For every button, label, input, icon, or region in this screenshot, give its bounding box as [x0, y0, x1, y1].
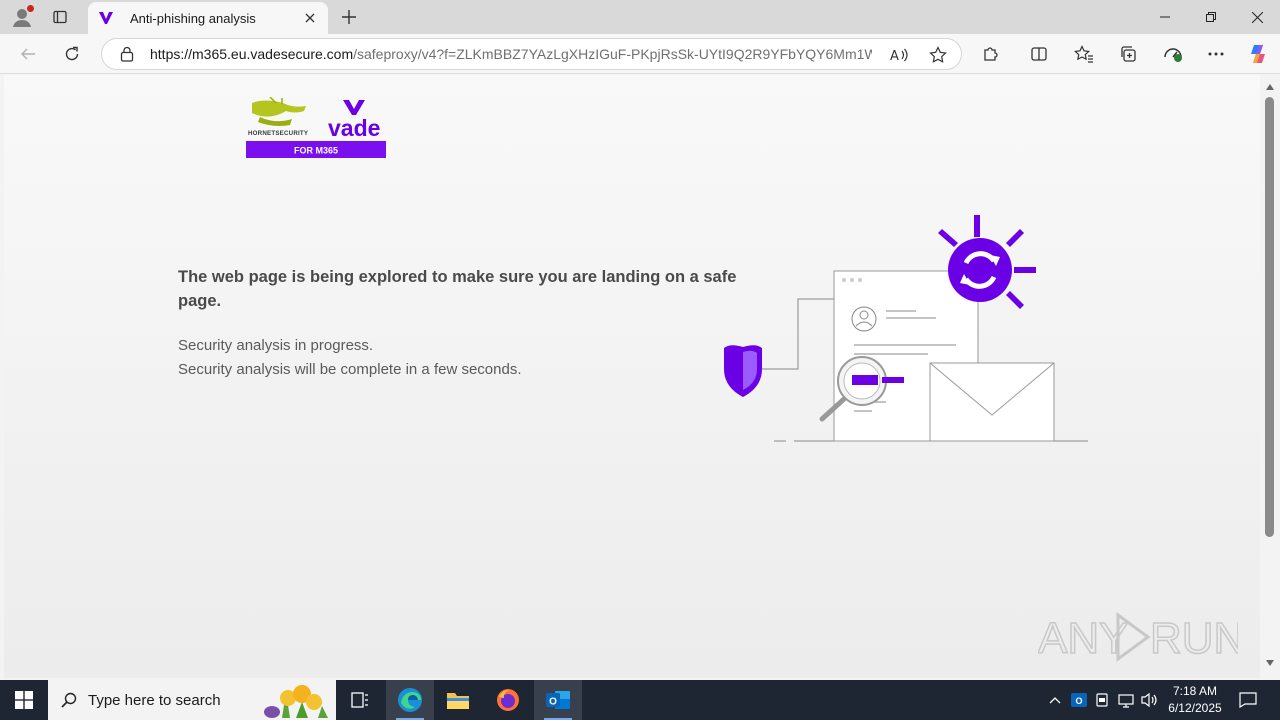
taskbar-search[interactable]: Type here to search — [48, 680, 336, 720]
url-text[interactable]: https://m365.eu.vadesecure.com/safeproxy… — [150, 46, 872, 62]
tab-actions-icon[interactable] — [46, 6, 74, 28]
split-screen-icon[interactable] — [1025, 40, 1053, 68]
vade-hornetsecurity-logo: HORNETSECURITY vade FOR M365 — [246, 97, 386, 158]
vade-favicon — [98, 10, 114, 26]
url-host: https://m365.eu.vadesecure.com — [150, 46, 354, 62]
profile-icon[interactable] — [10, 5, 34, 29]
edge-icon[interactable] — [386, 680, 434, 720]
notification-icon[interactable] — [1236, 680, 1260, 720]
copilot-icon[interactable] — [1244, 40, 1272, 68]
scroll-thumb[interactable] — [1265, 97, 1274, 537]
plus-icon[interactable] — [338, 6, 360, 28]
favorites-icon[interactable] — [1070, 40, 1098, 68]
status-line-1: Security analysis in progress. — [178, 337, 374, 354]
minimize-icon[interactable] — [1142, 0, 1188, 34]
chevron-up-icon[interactable] — [1046, 691, 1064, 709]
scroll-down-icon[interactable] — [1264, 657, 1276, 669]
read-aloud-icon[interactable]: A — [886, 42, 912, 68]
page-heading: The web page is being explored to make s… — [178, 268, 737, 310]
volume-icon[interactable] — [1141, 691, 1159, 709]
search-icon — [60, 691, 78, 709]
page-scrollbar[interactable] — [1260, 75, 1280, 678]
search-highlight-image — [264, 685, 328, 718]
performance-icon[interactable] — [1159, 40, 1187, 68]
hornetsecurity-text: HORNETSECURITY — [248, 130, 309, 137]
anyrun-watermark: ANY RUN — [1038, 612, 1238, 664]
outlook-icon[interactable]: O — [534, 680, 582, 720]
back-icon[interactable] — [14, 40, 42, 68]
vade-text: vade — [328, 115, 380, 141]
search-placeholder: Type here to search — [88, 691, 221, 709]
clock-date: 6/12/2025 — [1168, 701, 1222, 715]
for-m365-text: FOR M365 — [294, 146, 338, 156]
more-icon[interactable] — [1202, 40, 1230, 68]
browser-tab[interactable]: Anti-phishing analysis — [88, 2, 328, 34]
restore-icon[interactable] — [1188, 0, 1234, 34]
svg-text:RUN: RUN — [1150, 614, 1238, 663]
watermark-text: ANY — [1038, 614, 1128, 663]
svg-text:O: O — [1075, 696, 1082, 706]
windows-logo-icon[interactable] — [0, 680, 48, 720]
envelope-icon — [929, 362, 1055, 442]
lock-icon[interactable] — [118, 46, 136, 62]
refresh-icon[interactable] — [58, 40, 86, 68]
firefox-icon[interactable] — [484, 680, 532, 720]
outlook-tray-icon[interactable]: O — [1070, 691, 1088, 709]
task-view-icon[interactable] — [336, 680, 384, 720]
taskbar-clock[interactable]: 7:18 AM 6/12/2025 — [1164, 683, 1226, 717]
windows-taskbar: Type here to search O O 7:18 AM 6/12/202… — [0, 680, 1280, 720]
url-path: /safeproxy/v4?f=ZLKmBBZ7YAzLgXHzIGuF-PKp… — [353, 46, 872, 62]
svg-text:O: O — [549, 697, 557, 708]
browser-toolbar: https://m365.eu.vadesecure.com/safeproxy… — [0, 34, 1280, 74]
favorite-star-icon[interactable] — [925, 42, 951, 68]
status-line-2: Security analysis will be complete in a … — [178, 361, 522, 378]
close-icon[interactable] — [300, 8, 320, 28]
collections-icon[interactable] — [1114, 40, 1142, 68]
address-bar[interactable]: https://m365.eu.vadesecure.com/safeproxy… — [101, 38, 962, 70]
security-scan-illustration — [724, 215, 1088, 442]
extensions-icon[interactable] — [977, 40, 1005, 68]
tab-title: Anti-phishing analysis — [130, 10, 256, 26]
window-close-icon[interactable] — [1234, 0, 1280, 34]
svg-text:A: A — [890, 49, 899, 63]
page-content: HORNETSECURITY vade FOR M365 The web pag… — [4, 75, 1260, 678]
meet-now-icon[interactable] — [1094, 691, 1112, 709]
scroll-up-icon[interactable] — [1264, 81, 1276, 93]
clock-time: 7:18 AM — [1172, 684, 1218, 698]
shield-icon — [724, 345, 762, 397]
file-explorer-icon[interactable] — [434, 680, 482, 720]
network-icon[interactable] — [1117, 691, 1135, 709]
title-bar: Anti-phishing analysis — [0, 0, 1280, 34]
